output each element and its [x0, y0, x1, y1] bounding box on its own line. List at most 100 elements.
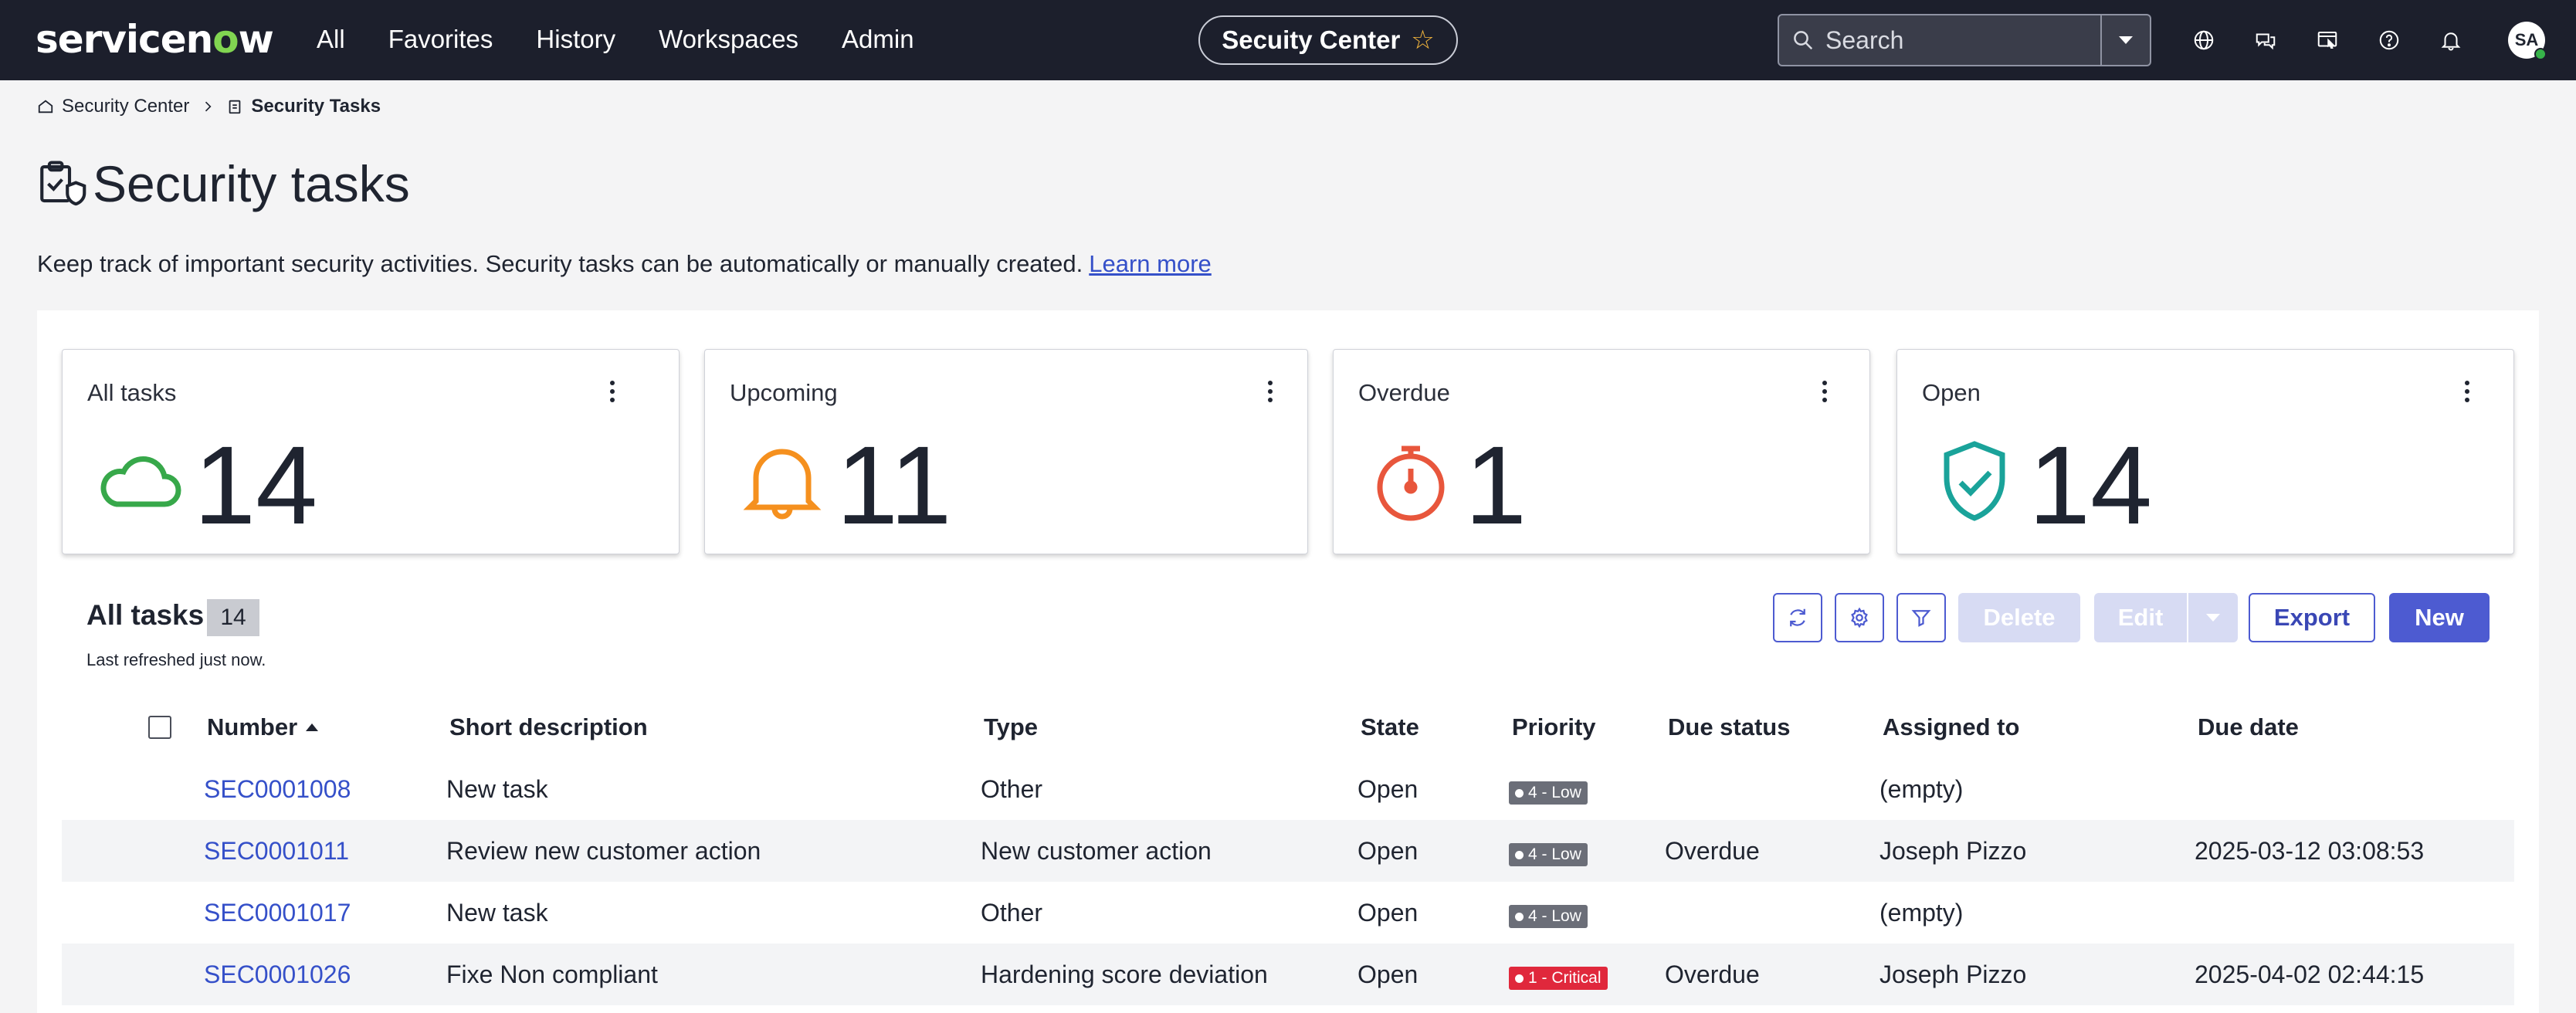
search-scope-dropdown[interactable] [2102, 14, 2151, 66]
nav-admin[interactable]: Admin [842, 25, 914, 54]
table-row[interactable]: SEC0001017 New task Other Open 4 - Low (… [62, 882, 2514, 944]
table-row[interactable]: SEC0001026 Fixe Non compliant Hardening … [62, 944, 2514, 1005]
cell-type: Other [981, 775, 1043, 803]
column-header-short-description[interactable]: Short description [449, 713, 648, 741]
cloud-icon [100, 456, 181, 507]
home-icon [38, 100, 53, 113]
nav-links: All Favorites History Workspaces Admin [317, 25, 914, 54]
clipboard-icon [229, 100, 241, 114]
globe-icon[interactable] [2187, 23, 2221, 57]
cell-state: Open [1357, 837, 1418, 865]
cell-type: Other [981, 899, 1043, 927]
column-header-type[interactable]: Type [984, 713, 1038, 741]
priority-label: 4 - Low [1528, 845, 1581, 863]
cell-type: New customer action [981, 837, 1212, 865]
more-options-icon[interactable] [603, 381, 622, 412]
delete-button[interactable]: Delete [1958, 593, 2080, 642]
sort-ascending-icon [306, 723, 319, 731]
cell-assigned-to: (empty) [1879, 899, 1964, 927]
card-value: 11 [836, 423, 952, 547]
user-avatar[interactable]: SA [2508, 22, 2547, 60]
more-options-icon[interactable] [2458, 381, 2476, 412]
page-header: Security tasks [36, 154, 410, 213]
chevron-down-icon [2206, 614, 2220, 622]
cell-due-status: Overdue [1665, 960, 1760, 988]
search-input[interactable]: Search [1778, 14, 2102, 66]
cell-due-date: 2025-04-02 02:44:15 [2195, 960, 2425, 988]
card-label: Upcoming [730, 379, 838, 406]
cell-type: Hardening score deviation [981, 960, 1268, 988]
list-title: All tasks [86, 599, 205, 631]
more-options-icon[interactable] [1815, 381, 1834, 412]
search-icon [1794, 31, 1813, 50]
column-header-assigned-to[interactable]: Assigned to [1883, 713, 2019, 741]
priority-label: 4 - Low [1528, 907, 1581, 925]
more-options-icon[interactable] [1261, 381, 1280, 412]
cell-due-date: 2025-03-12 03:08:53 [2195, 837, 2425, 865]
card-all-tasks[interactable]: All tasks 14 [62, 349, 680, 554]
record-number-link[interactable]: SEC0001017 [204, 899, 351, 927]
export-button[interactable]: Export [2249, 593, 2375, 642]
gear-icon [1851, 607, 1868, 628]
column-header-due-status[interactable]: Due status [1668, 713, 1790, 741]
page-title: Security tasks [93, 155, 410, 212]
table-row[interactable]: SEC0001011 Review new customer action Ne… [62, 820, 2514, 882]
star-icon[interactable]: ☆ [1411, 25, 1434, 56]
record-number-link[interactable]: SEC0001026 [204, 960, 351, 989]
screen-capture-icon[interactable] [2310, 23, 2344, 57]
record-number-link[interactable]: SEC0001011 [204, 837, 349, 866]
priority-label: 1 - Critical [1528, 969, 1602, 987]
nav-workspaces[interactable]: Workspaces [659, 25, 798, 54]
chat-icon[interactable] [2249, 23, 2283, 57]
card-value: 1 [1465, 423, 1527, 547]
card-label: Open [1922, 379, 1981, 406]
card-value: 14 [2029, 423, 2153, 547]
edit-dropdown-button[interactable] [2188, 593, 2238, 642]
priority-badge: 4 - Low [1509, 905, 1588, 928]
priority-badge: 4 - Low [1509, 781, 1588, 805]
new-button[interactable]: New [2389, 593, 2490, 642]
card-open[interactable]: Open 14 [1896, 349, 2514, 554]
table-row[interactable]: SEC0001008 New task Other Open 4 - Low (… [62, 758, 2514, 820]
column-header-number[interactable]: Number [207, 713, 319, 741]
nav-all[interactable]: All [317, 25, 345, 54]
column-header-priority[interactable]: Priority [1512, 713, 1596, 741]
table-header: Number Short description Type State Prio… [62, 701, 2514, 752]
column-header-due-date[interactable]: Due date [2198, 713, 2299, 741]
help-icon[interactable] [2372, 23, 2406, 57]
nav-history[interactable]: History [536, 25, 615, 54]
cell-state: Open [1357, 960, 1418, 988]
avatar-initials: SA [2514, 30, 2539, 49]
breadcrumb-current-label: Security Tasks [251, 96, 381, 117]
learn-more-link[interactable]: Learn more [1089, 250, 1212, 277]
cell-assigned-to: (empty) [1879, 775, 1964, 803]
breadcrumb-root[interactable]: Security Center [37, 96, 189, 117]
security-task-icon [40, 161, 86, 206]
servicenow-logo[interactable]: servicenow [36, 17, 274, 62]
card-overdue[interactable]: Overdue 1 [1333, 349, 1870, 554]
card-value: 14 [194, 423, 318, 547]
presence-indicator [2534, 48, 2547, 60]
nav-favorites[interactable]: Favorites [388, 25, 493, 54]
context-pill[interactable]: Secuity Center ☆ [1198, 15, 1458, 65]
cell-short-description: Review new customer action [446, 837, 761, 865]
count-badge: 14 [207, 599, 259, 636]
search-placeholder: Search [1825, 25, 1904, 54]
cell-state: Open [1357, 899, 1418, 927]
cell-due-status: Overdue [1665, 837, 1760, 865]
column-header-state[interactable]: State [1361, 713, 1419, 741]
last-refreshed-text: Last refreshed just now. [86, 650, 266, 669]
edit-button[interactable]: Edit [2094, 593, 2187, 642]
card-upcoming[interactable]: Upcoming 11 [704, 349, 1308, 554]
notifications-bell-icon[interactable] [2434, 23, 2468, 57]
filter-button[interactable] [1896, 593, 1946, 642]
priority-label: 4 - Low [1528, 784, 1581, 801]
refresh-button[interactable] [1773, 593, 1822, 642]
settings-button[interactable] [1835, 593, 1884, 642]
cell-short-description: Fixe Non compliant [446, 960, 658, 988]
page-description: Keep track of important security activit… [37, 250, 1212, 278]
record-number-link[interactable]: SEC0001008 [204, 775, 351, 804]
bell-icon [743, 449, 822, 520]
cell-assigned-to: Joseph Pizzo [1879, 837, 2027, 865]
top-navigation: servicenow All Favorites History Workspa… [0, 0, 2576, 80]
